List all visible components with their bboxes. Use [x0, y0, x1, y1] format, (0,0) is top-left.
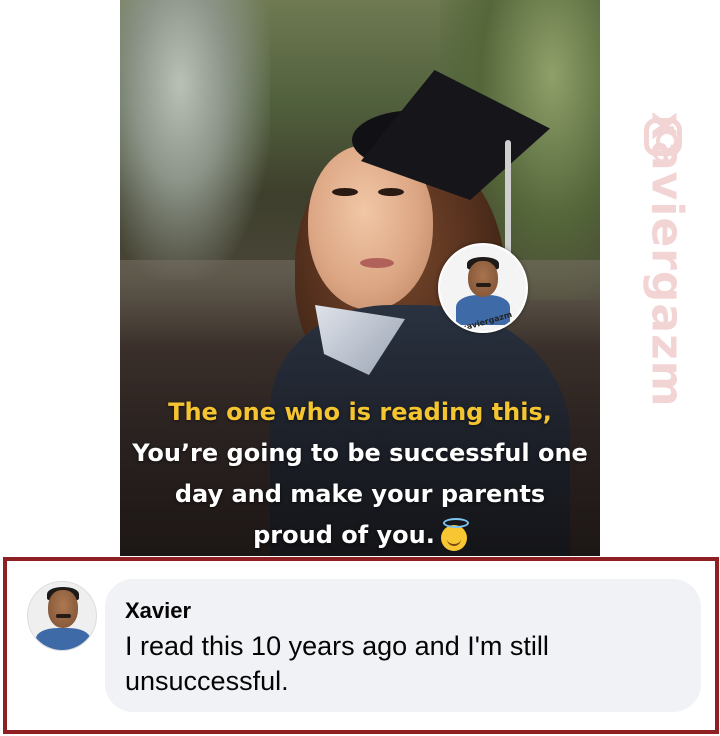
graduate-right-eye [378, 188, 404, 196]
background-building [120, 0, 270, 280]
post-image[interactable]: @xaviergazm The one who is reading this,… [120, 0, 600, 556]
avatar-moustache [476, 283, 491, 287]
quote-line-4: proud of you. [120, 515, 600, 556]
commenter-head [48, 590, 78, 628]
watermark-handle: xaviergazm [641, 111, 693, 408]
quote-line-3: day and make your parents [174, 480, 546, 508]
watermark: xaviergazm [632, 112, 702, 438]
quote-line-4-text: proud of you. [253, 521, 435, 549]
halo-emoji-icon [440, 518, 469, 551]
quote-line-1: The one who is reading this, [168, 398, 552, 426]
comment-text: I read this 10 years ago and I'm still u… [125, 631, 549, 696]
avatar-head [468, 261, 498, 297]
comment-author[interactable]: Xavier [125, 598, 191, 624]
commenter-avatar[interactable] [27, 581, 97, 651]
commenter-moustache [56, 614, 71, 618]
creator-avatar-badge: @xaviergazm [438, 243, 528, 333]
comment-highlight-frame: Xavier I read this 10 years ago and I'm … [3, 557, 719, 734]
commenter-shirt [36, 628, 90, 650]
quote-line-2: You’re going to be successful one [132, 439, 588, 467]
graduate-left-eye [332, 188, 358, 196]
graduate-lips [360, 258, 394, 268]
comment-bubble[interactable]: Xavier I read this 10 years ago and I'm … [105, 579, 701, 712]
quote-text: The one who is reading this, You’re goin… [120, 392, 600, 556]
